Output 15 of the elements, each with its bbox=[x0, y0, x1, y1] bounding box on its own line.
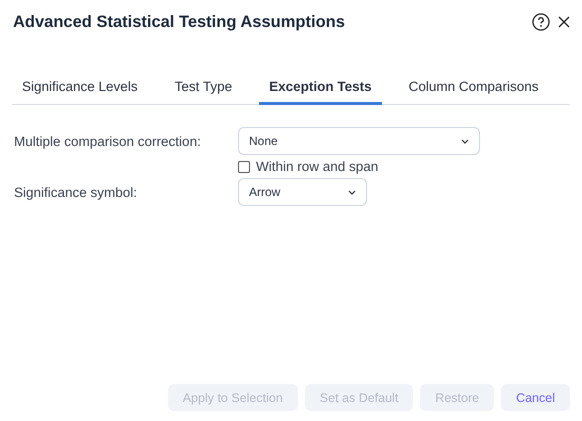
dropdown[interactable]: None bbox=[238, 127, 480, 155]
dropdown[interactable]: Arrow bbox=[238, 178, 367, 206]
action-button[interactable]: Cancel bbox=[501, 384, 570, 411]
dialog-title: Advanced Statistical Testing Assumptions bbox=[13, 12, 346, 32]
tab[interactable]: Test Type bbox=[164, 79, 242, 105]
tab[interactable]: Exception Tests bbox=[259, 79, 382, 105]
tab[interactable]: Significance Levels bbox=[12, 79, 148, 105]
help-icon[interactable] bbox=[532, 13, 550, 31]
tab[interactable]: Column Comparisons bbox=[398, 79, 548, 105]
field-label: Multiple comparison correction: bbox=[14, 134, 202, 148]
chevron-icon bbox=[348, 190, 356, 194]
chevron-icon bbox=[461, 138, 469, 144]
checkbox[interactable]: Within row and span bbox=[238, 157, 378, 176]
field-label: Significance symbol: bbox=[14, 184, 138, 200]
close-icon[interactable] bbox=[558, 16, 570, 28]
